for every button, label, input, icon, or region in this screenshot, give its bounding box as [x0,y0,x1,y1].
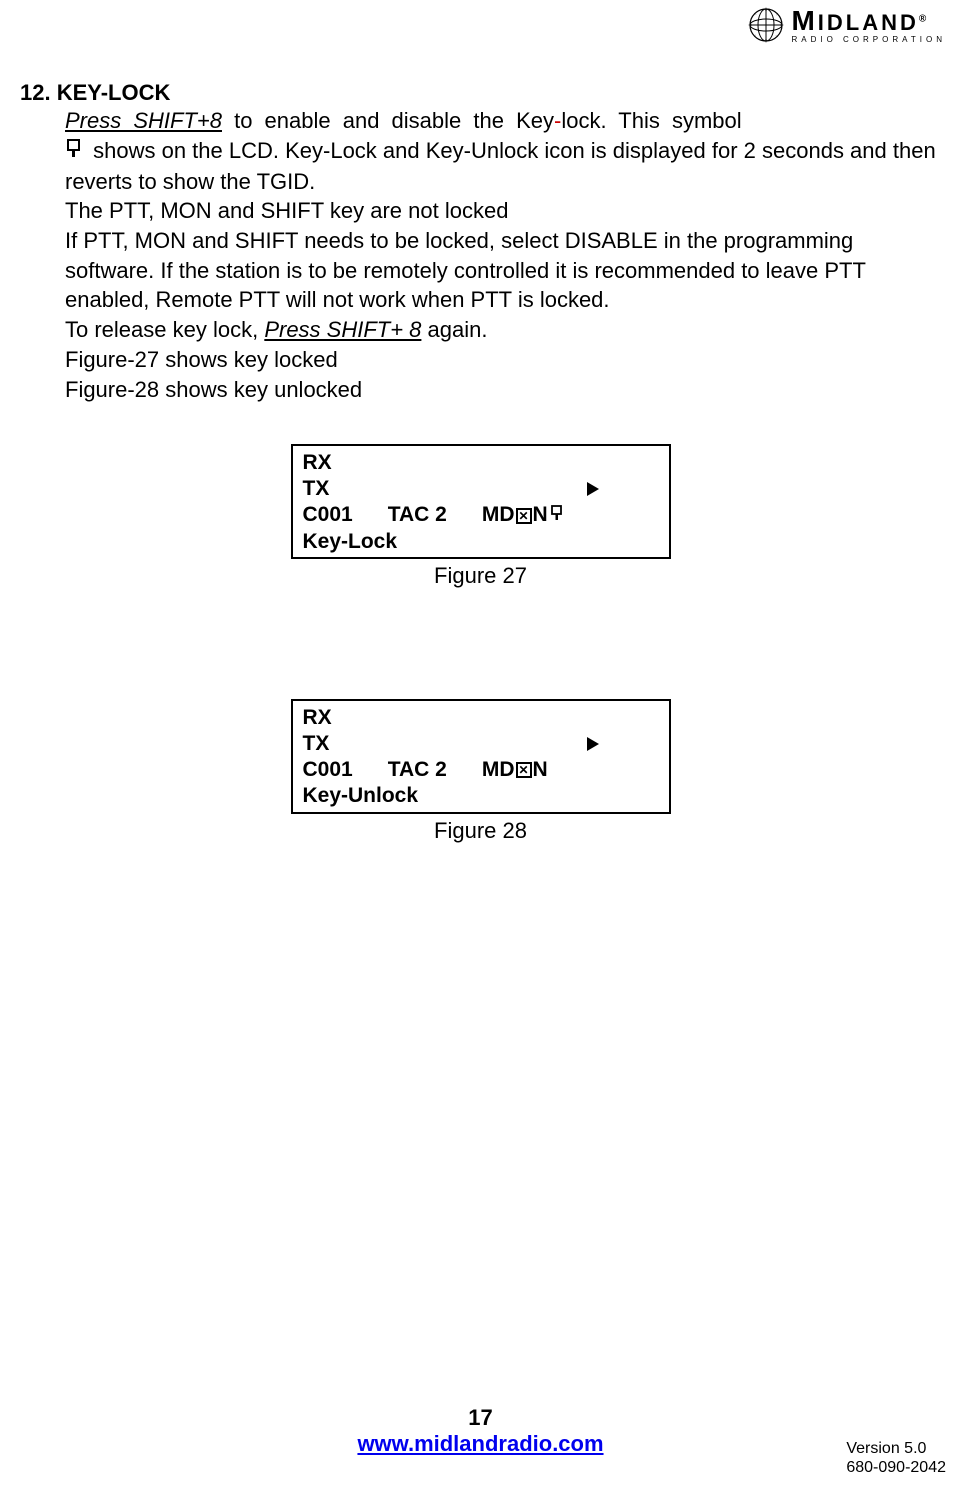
lcd-channel: C001 [303,757,353,783]
lcd-status: Key-Unlock [303,783,419,809]
lcd-status: Key-Lock [303,529,398,555]
logo-rest: IDLAND [818,10,919,35]
text-span: To release key lock, [65,317,264,342]
logo-subtitle: RADIO CORPORATION [791,35,946,44]
paragraph-line-1: Press SHIFT+8 to enable and disable the … [65,106,941,136]
paragraph-line-3: The PTT, MON and SHIFT key are not locke… [65,196,941,226]
paragraph-line-7: Figure-28 shows key unlocked [65,375,941,405]
logo-m: M [791,5,817,36]
globe-icon [746,5,786,45]
lcd-rx-row: RX [303,705,659,731]
page-footer: 17 www.midlandradio.com [0,1405,961,1457]
lcd-channel-row: C001 TAC 2 MD✕N [303,502,659,528]
lcd-tac: TAC 2 [388,757,447,783]
lcd-channel-row: C001 TAC 2 MD✕N [303,757,659,783]
registered-icon: ® [919,13,929,24]
x-box-icon: ✕ [516,762,532,778]
text-span: to enable and disable the Key [222,108,554,133]
play-triangle-icon [587,482,599,496]
lcd-md-group: MD✕N [482,757,548,783]
play-triangle-icon [587,737,599,751]
brand-logo: MIDLAND® RADIO CORPORATION [746,5,946,45]
lcd-tx-row: TX [303,476,659,502]
lcd-tx-row: TX [303,731,659,757]
figure-27-block: RX TX C001 TAC 2 MD✕N Key-Lock [20,444,941,589]
shift8-release: Press SHIFT+ 8 [264,317,421,342]
x-box-icon: ✕ [516,508,532,524]
lock-icon [550,502,564,528]
shift8-instruction: Press SHIFT+8 [65,108,222,133]
version-info: Version 5.0 680-090-2042 [846,1439,946,1477]
lcd-n: N [533,502,548,528]
figure-27-caption: Figure 27 [20,563,941,589]
lcd-tx-label: TX [303,731,330,757]
lcd-rx-row: RX [303,450,659,476]
text-span: lock. This symbol [561,108,741,133]
lcd-md: MD [482,502,515,528]
doc-number: 680-090-2042 [846,1458,946,1477]
lcd-n: N [533,757,548,783]
paragraph-line-6: Figure-27 shows key locked [65,345,941,375]
figure-28-block: RX TX C001 TAC 2 MD✕N Key-Unlock Figure … [20,699,941,844]
lcd-md: MD [482,757,515,783]
lcd-channel: C001 [303,502,353,528]
section-heading: 12. KEY-LOCK [20,80,941,106]
paragraph-line-5: To release key lock, Press SHIFT+ 8 agai… [65,315,941,345]
lcd-tac: TAC 2 [388,502,447,528]
lcd-tx-label: TX [303,476,330,502]
paragraph-line-2: shows on the LCD. Key-Lock and Key-Unloc… [65,136,941,197]
lock-icon [65,137,83,167]
footer-url-link[interactable]: www.midlandradio.com [357,1431,603,1456]
paragraph-line-4: If PTT, MON and SHIFT needs to be locked… [65,226,941,315]
version-text: Version 5.0 [846,1439,946,1458]
page-number: 17 [0,1405,961,1431]
lcd-rx-label: RX [303,450,332,476]
text-span: shows on the LCD. Key-Lock and Key-Unloc… [65,138,936,194]
figure-28-caption: Figure 28 [20,818,941,844]
lcd-status-row: Key-Lock [303,529,659,555]
lcd-display-1: RX TX C001 TAC 2 MD✕N Key-Lock [291,444,671,559]
text-span: again. [421,317,487,342]
lcd-status-row: Key-Unlock [303,783,659,809]
logo-brand-text: MIDLAND® [791,7,946,35]
lcd-rx-label: RX [303,705,332,731]
lcd-display-2: RX TX C001 TAC 2 MD✕N Key-Unlock [291,699,671,814]
lcd-md-group: MD✕N [482,502,564,528]
